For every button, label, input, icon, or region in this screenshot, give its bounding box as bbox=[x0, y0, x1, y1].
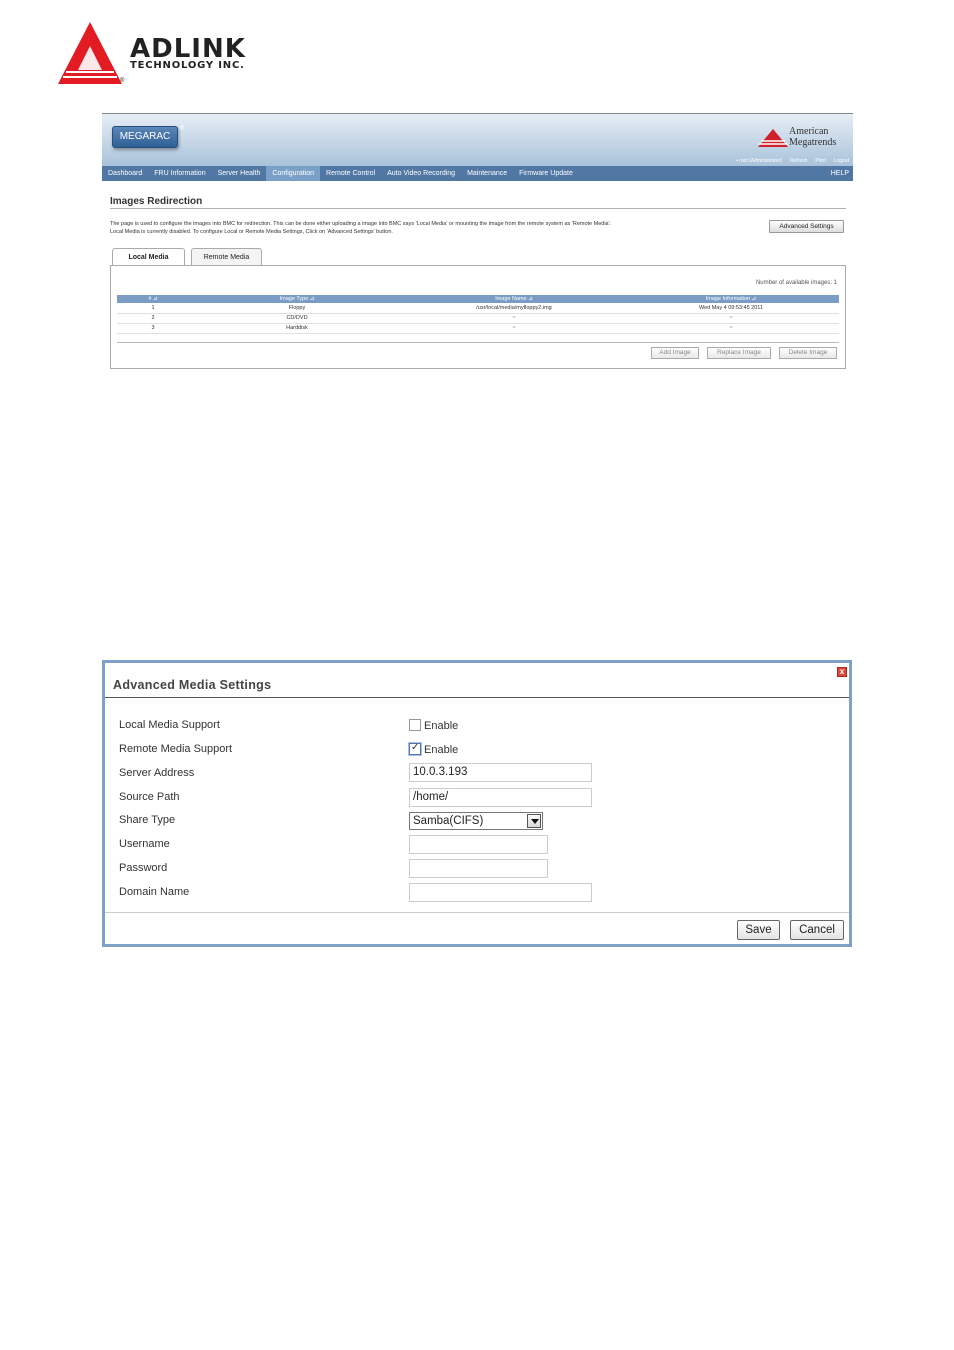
app-header: MEGARAC ® American Megatrends • root (Ad… bbox=[102, 114, 853, 166]
column-index[interactable]: # ⊿ bbox=[117, 295, 189, 303]
cancel-button[interactable]: Cancel bbox=[790, 920, 844, 940]
advanced-media-settings-dialog: x Advanced Media Settings Local Media Su… bbox=[102, 660, 852, 947]
megarac-brand: MEGARAC bbox=[112, 126, 178, 148]
refresh-link[interactable]: Refresh bbox=[790, 158, 808, 164]
vendor-line1: American bbox=[789, 126, 829, 137]
dialog-title-divider bbox=[105, 697, 849, 698]
password-label: Password bbox=[119, 862, 168, 874]
add-image-button[interactable]: Add Image bbox=[651, 347, 699, 359]
remote-media-support-label: Remote Media Support bbox=[119, 743, 233, 755]
description-line1: The page is used to configure the images… bbox=[110, 221, 612, 227]
row-image-name: ~ bbox=[512, 315, 516, 321]
remote-media-enable-checkbox[interactable]: ✓ bbox=[409, 742, 421, 755]
nav-help[interactable]: HELP bbox=[831, 170, 853, 177]
row-image-type: CD/DVD bbox=[286, 315, 308, 321]
page-title: Images Redirection bbox=[110, 196, 203, 207]
server-address-input[interactable]: 10.0.3.193 bbox=[409, 763, 592, 782]
adlink-triangle-icon bbox=[58, 22, 122, 84]
nav-firmware-update[interactable]: Firmware Update bbox=[513, 166, 579, 181]
user-account: • root (Administrator) bbox=[735, 158, 782, 164]
replace-image-button[interactable]: Replace Image bbox=[707, 347, 771, 359]
share-type-label: Share Type bbox=[119, 814, 176, 826]
share-type-select[interactable]: Samba(CIFS) bbox=[409, 812, 543, 830]
local-media-support-label: Local Media Support bbox=[119, 719, 220, 731]
nav-configuration[interactable]: Configuration bbox=[266, 166, 321, 181]
row-image-information: ~ bbox=[729, 325, 733, 331]
check-icon: ✓ bbox=[411, 742, 420, 753]
row-image-name: /usr/local/media/myfloppy2.img bbox=[476, 305, 552, 311]
source-path-input[interactable]: /home/ bbox=[409, 788, 592, 807]
advanced-settings-button[interactable]: Advanced Settings bbox=[769, 220, 844, 233]
vendor-line2: Megatrends bbox=[789, 137, 837, 148]
panel-divider bbox=[117, 342, 839, 343]
page-description: The page is used to configure the images… bbox=[110, 220, 750, 236]
share-type-value: Samba(CIFS) bbox=[413, 815, 484, 827]
nav-auto-video-recording[interactable]: Auto Video Recording bbox=[381, 166, 461, 181]
ami-logo: American Megatrends bbox=[757, 126, 847, 152]
server-address-label: Server Address bbox=[119, 767, 195, 779]
close-icon[interactable]: x bbox=[837, 667, 847, 677]
ami-triangle-icon bbox=[758, 129, 788, 147]
password-input[interactable] bbox=[409, 859, 548, 878]
column-image-type[interactable]: Image Type ⊿ bbox=[189, 295, 405, 303]
images-redirection-screenshot: MEGARAC ® American Megatrends • root (Ad… bbox=[102, 113, 853, 369]
nav-remote-control[interactable]: Remote Control bbox=[320, 166, 381, 181]
local-media-enable-label: Enable bbox=[424, 720, 459, 732]
row-image-name: ~ bbox=[512, 325, 516, 331]
table-row[interactable]: 3 Harddisk ~ ~ bbox=[117, 324, 839, 334]
images-table-header: # ⊿ Image Type ⊿ Image Name ⊿ Image Info… bbox=[117, 295, 839, 303]
local-media-panel: Number of available images: 1 # ⊿ Image … bbox=[110, 265, 846, 369]
user-bar: • root (Administrator) Refresh Print Log… bbox=[736, 158, 849, 164]
title-divider bbox=[110, 208, 846, 209]
row-index: 2 bbox=[151, 315, 155, 321]
main-nav: Dashboard FRU Information Server Health … bbox=[102, 166, 853, 181]
save-button[interactable]: Save bbox=[737, 920, 780, 940]
local-media-enable-checkbox[interactable] bbox=[409, 719, 421, 731]
description-line2: Local Media is currently disabled. To co… bbox=[110, 229, 393, 235]
print-link[interactable]: Print bbox=[815, 158, 825, 164]
table-row[interactable]: 1 Floppy /usr/local/media/myfloppy2.img … bbox=[117, 304, 839, 314]
row-image-type: Harddisk bbox=[286, 325, 308, 331]
remote-media-enable-label: Enable bbox=[424, 744, 459, 756]
delete-image-button[interactable]: Delete Image bbox=[779, 347, 837, 359]
username-input[interactable] bbox=[409, 835, 548, 854]
nav-maintenance[interactable]: Maintenance bbox=[461, 166, 513, 181]
logo-subtitle: TECHNOLOGY INC. bbox=[130, 60, 245, 71]
adlink-logo: ADLINK TECHNOLOGY INC. ® bbox=[58, 22, 278, 88]
dialog-title: Advanced Media Settings bbox=[113, 678, 272, 692]
table-row[interactable]: 2 CD/DVD ~ ~ bbox=[117, 314, 839, 324]
nav-dashboard[interactable]: Dashboard bbox=[102, 166, 148, 181]
nav-fru-information[interactable]: FRU Information bbox=[148, 166, 211, 181]
chevron-down-icon[interactable] bbox=[527, 814, 541, 828]
domain-name-input[interactable] bbox=[409, 883, 592, 902]
row-image-information: ~ bbox=[729, 315, 733, 321]
row-index: 3 bbox=[151, 325, 155, 331]
column-image-information[interactable]: Image Information ⊿ bbox=[623, 295, 839, 303]
column-image-name[interactable]: Image Name ⊿ bbox=[405, 295, 623, 303]
username-label: Username bbox=[119, 838, 170, 850]
nav-server-health[interactable]: Server Health bbox=[212, 166, 267, 181]
row-index: 1 bbox=[151, 305, 155, 311]
megarac-registered: ® bbox=[180, 126, 185, 132]
tab-local-media[interactable]: Local Media bbox=[112, 248, 185, 266]
row-image-information: Wed May 4 09:53:45 2011 bbox=[698, 305, 763, 311]
available-images-count: Number of available images: 1 bbox=[755, 280, 837, 286]
dialog-footer-divider bbox=[105, 912, 849, 913]
domain-name-label: Domain Name bbox=[119, 886, 190, 898]
row-image-type: Floppy bbox=[288, 305, 306, 311]
logo-registered: ® bbox=[120, 78, 125, 84]
tab-remote-media[interactable]: Remote Media bbox=[191, 248, 262, 266]
logout-link[interactable]: Logout bbox=[834, 158, 849, 164]
source-path-label: Source Path bbox=[119, 791, 180, 803]
